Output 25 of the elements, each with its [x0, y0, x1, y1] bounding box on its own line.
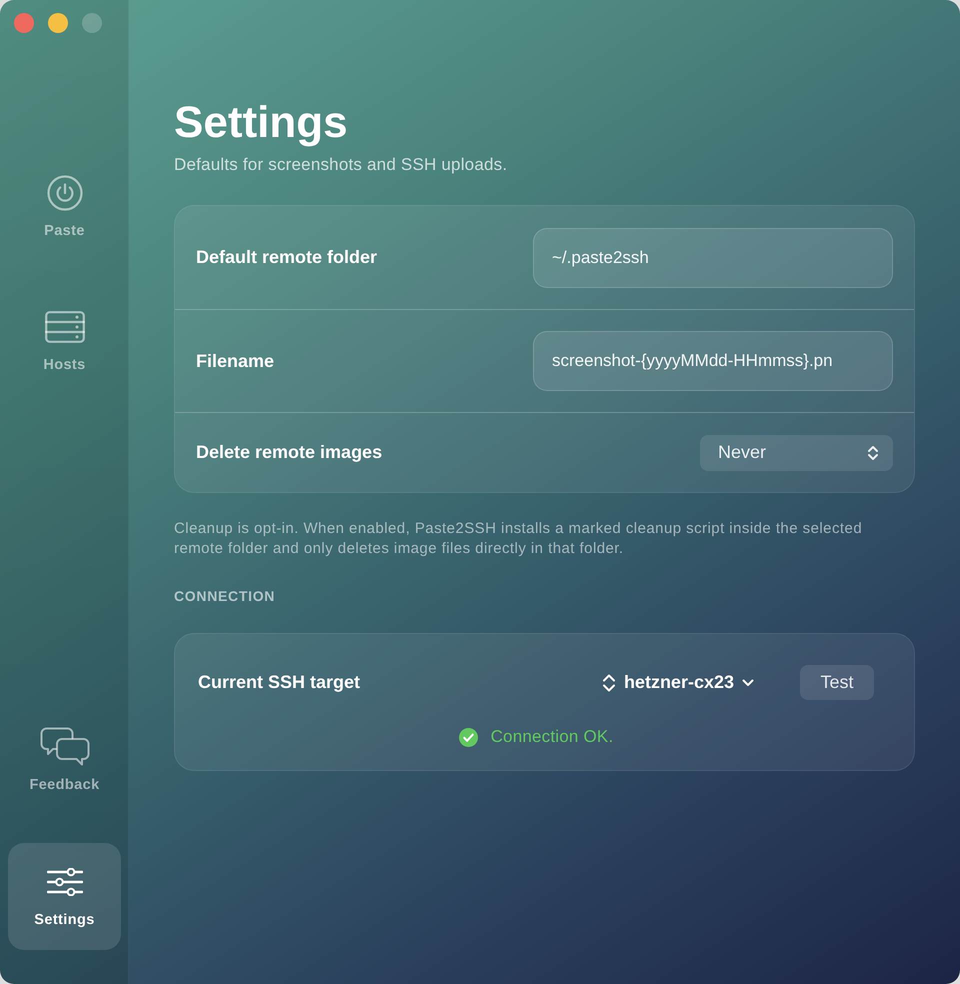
sidebar-item[interactable]: Paste [8, 154, 121, 261]
power-icon [46, 175, 82, 211]
status-message: Connection OK. [490, 726, 614, 748]
minimize-button[interactable] [48, 13, 68, 33]
sliders-icon [46, 868, 82, 896]
setting-label: Delete remote images [196, 441, 382, 464]
server-icon [44, 311, 84, 343]
dropdown[interactable]: Never [700, 434, 893, 470]
host-picker[interactable]: hetzner-cx23 [602, 669, 754, 696]
test-button[interactable]: Test [800, 665, 874, 700]
sidebar-item[interactable]: Settings [8, 843, 121, 950]
chat-bubbles-icon [40, 727, 90, 767]
page-subtitle: Defaults for screenshots and SSH uploads. [174, 154, 508, 176]
sidebar-item[interactable]: Hosts [8, 288, 121, 395]
section-heading: CONNECTION [174, 587, 276, 605]
up-down-chevron-icon [867, 444, 879, 462]
setting-label: Default remote folder [196, 246, 378, 269]
setting-label: Current SSH target [198, 671, 360, 694]
page-title: Settings [174, 97, 349, 149]
chevron-down-icon [742, 678, 754, 686]
setting-label: Filename [196, 350, 274, 372]
up-down-chevron-icon [602, 672, 616, 694]
help-text: Cleanup is opt-in. When enabled, Paste2SSH installs a marked cleanup script inside the selected remote folder and only deletes image files directly in that folder. [174, 519, 864, 559]
close-button[interactable] [14, 13, 34, 33]
sidebar-item[interactable]: Feedback [8, 708, 121, 815]
